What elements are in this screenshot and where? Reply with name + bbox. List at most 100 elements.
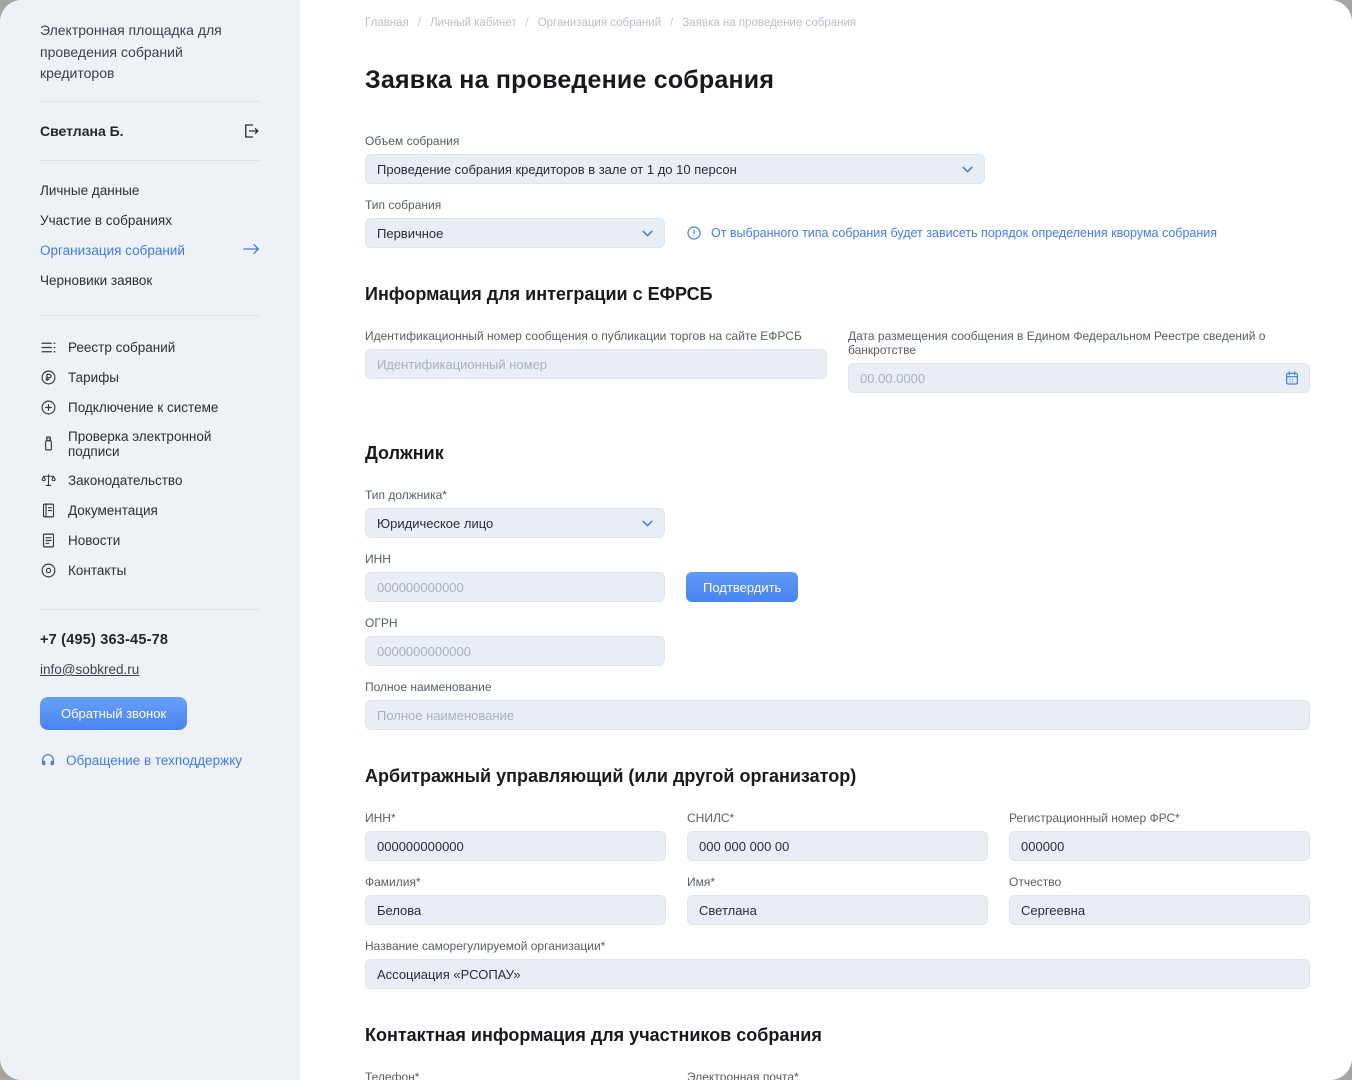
info-icon bbox=[686, 225, 702, 241]
support-phone: +7 (495) 363-45-78 bbox=[40, 632, 260, 648]
logout-icon[interactable] bbox=[242, 122, 260, 140]
support-email-link[interactable]: info@sobkred.ru bbox=[40, 662, 139, 677]
breadcrumb-home[interactable]: Главная bbox=[365, 17, 409, 29]
calendar-icon[interactable] bbox=[1284, 370, 1300, 386]
debtor-inn-input[interactable] bbox=[365, 572, 665, 602]
manager-middle-name-input[interactable] bbox=[1009, 895, 1310, 925]
field-label: Название саморегулируемой организации* bbox=[365, 939, 1310, 953]
field-label: Тип собрания bbox=[365, 198, 1310, 212]
field-debtor-inn: ИНН Подтвердить bbox=[365, 552, 1310, 602]
section-heading-manager: Арбитражный управляющий (или другой орга… bbox=[365, 766, 1310, 787]
sidebar-item-signature-check[interactable]: Проверка электронной подписи bbox=[40, 422, 260, 465]
efrsb-date-input[interactable] bbox=[848, 363, 1310, 393]
manager-snils-input[interactable] bbox=[687, 831, 988, 861]
secondary-nav: Реестр собраний Тарифы Подключение к bbox=[40, 316, 260, 609]
support-link[interactable]: Обращение в техподдержку bbox=[40, 752, 260, 768]
location-icon bbox=[40, 562, 57, 579]
chevron-down-icon bbox=[962, 166, 973, 173]
manager-first-name-input[interactable] bbox=[687, 895, 988, 925]
sidebar-item-connection[interactable]: Подключение к системе bbox=[40, 392, 260, 422]
user-row: Светлана Б. bbox=[40, 102, 260, 160]
sidebar-contacts: +7 (495) 363-45-78 info@sobkred.ru Обрат… bbox=[40, 610, 260, 768]
debtor-type-select[interactable]: Юридическое лицо bbox=[365, 508, 665, 538]
scales-icon bbox=[40, 472, 57, 489]
breadcrumb-cabinet[interactable]: Личный кабинет bbox=[430, 17, 517, 29]
field-debtor-full-name: Полное наименование bbox=[365, 680, 1310, 730]
book-icon bbox=[40, 502, 57, 519]
section-heading-contact: Контактная информация для участников соб… bbox=[365, 1025, 1310, 1046]
sidebar-item-contacts[interactable]: Контакты bbox=[40, 555, 260, 585]
efrsb-id-input[interactable] bbox=[365, 349, 827, 379]
field-manager-frs: Регистрационный номер ФРС* bbox=[1009, 811, 1310, 861]
manager-sro-input[interactable] bbox=[365, 959, 1310, 989]
manager-frs-input[interactable] bbox=[1009, 831, 1310, 861]
field-efrsb-id: Идентификационный номер сообщения о публ… bbox=[365, 329, 827, 393]
app-title: Электронная площадка для проведения собр… bbox=[40, 20, 260, 101]
field-meeting-type: Тип собрания Первичное От выбранного тип… bbox=[365, 198, 1310, 248]
sidebar: Электронная площадка для проведения собр… bbox=[0, 0, 300, 1080]
meeting-volume-select[interactable]: Проведение собрания кредиторов в зале от… bbox=[365, 154, 985, 184]
page-title: Заявка на проведение собрания bbox=[365, 66, 1310, 95]
ruble-circle-icon bbox=[40, 369, 57, 386]
app-window: Электронная площадка для проведения собр… bbox=[0, 0, 1352, 1080]
confirm-inn-button[interactable]: Подтвердить bbox=[686, 572, 798, 602]
field-label: Отчество bbox=[1009, 875, 1310, 889]
list-icon bbox=[40, 339, 57, 356]
debtor-ogrn-input[interactable] bbox=[365, 636, 665, 666]
field-manager-first-name: Имя* bbox=[687, 875, 988, 925]
field-label: Имя* bbox=[687, 875, 988, 889]
field-contact-email: Электронная почта* bbox=[687, 1070, 988, 1080]
sidebar-item-personal-data[interactable]: Личные данные bbox=[40, 175, 260, 205]
callback-button[interactable]: Обратный звонок bbox=[40, 697, 187, 730]
sidebar-item-drafts[interactable]: Черновики заявок bbox=[40, 265, 260, 295]
field-label: Регистрационный номер ФРС* bbox=[1009, 811, 1310, 825]
usb-token-icon bbox=[40, 435, 57, 452]
manager-inn-input[interactable] bbox=[365, 831, 666, 861]
field-manager-snils: СНИЛС* bbox=[687, 811, 988, 861]
headset-icon bbox=[40, 752, 56, 768]
breadcrumb-organization[interactable]: Организация собраний bbox=[538, 17, 661, 29]
user-name: Светлана Б. bbox=[40, 123, 124, 139]
arrow-right-icon bbox=[243, 243, 260, 258]
sidebar-item-legislation[interactable]: Законодательство bbox=[40, 465, 260, 495]
section-heading-debtor: Должник bbox=[365, 443, 1310, 464]
field-manager-middle-name: Отчество bbox=[1009, 875, 1310, 925]
section-heading-efrsb: Информация для интеграции с ЕФРСБ bbox=[365, 284, 1310, 305]
sidebar-item-news[interactable]: Новости bbox=[40, 525, 260, 555]
meeting-type-hint: От выбранного типа собрания будет зависе… bbox=[686, 225, 1217, 241]
field-manager-sro: Название саморегулируемой организации* bbox=[365, 939, 1310, 989]
breadcrumb-current: Заявка на проведение собрания bbox=[682, 17, 856, 29]
field-label: Тип должника* bbox=[365, 488, 1310, 502]
field-efrsb-date: Дата размещения сообщения в Едином Федер… bbox=[848, 329, 1310, 393]
field-label: ИНН* bbox=[365, 811, 666, 825]
field-label: Объем собрания bbox=[365, 134, 1310, 148]
meeting-type-select[interactable]: Первичное bbox=[365, 218, 665, 248]
breadcrumb: Главная / Личный кабинет / Организация с… bbox=[365, 17, 1310, 29]
field-label: Дата размещения сообщения в Едином Федер… bbox=[848, 329, 1310, 357]
plus-circle-icon bbox=[40, 399, 57, 416]
field-label: Телефон* bbox=[365, 1070, 666, 1080]
field-label: СНИЛС* bbox=[687, 811, 988, 825]
chevron-down-icon bbox=[642, 520, 653, 527]
sidebar-item-registry[interactable]: Реестр собраний bbox=[40, 332, 260, 362]
field-label: Фамилия* bbox=[365, 875, 666, 889]
primary-nav: Личные данные Участие в собраниях Органи… bbox=[40, 161, 260, 315]
field-debtor-ogrn: ОГРН bbox=[365, 616, 1310, 666]
sidebar-item-documentation[interactable]: Документация bbox=[40, 495, 260, 525]
manager-last-name-input[interactable] bbox=[365, 895, 666, 925]
chevron-down-icon bbox=[642, 230, 653, 237]
field-label: ИНН bbox=[365, 552, 1310, 566]
sidebar-item-tariffs[interactable]: Тарифы bbox=[40, 362, 260, 392]
main-content: Главная / Личный кабинет / Организация с… bbox=[300, 0, 1352, 1080]
debtor-full-name-input[interactable] bbox=[365, 700, 1310, 730]
field-manager-inn: ИНН* bbox=[365, 811, 666, 861]
field-label: Электронная почта* bbox=[687, 1070, 988, 1080]
sidebar-item-participation[interactable]: Участие в собраниях bbox=[40, 205, 260, 235]
news-icon bbox=[40, 532, 57, 549]
sidebar-item-organization[interactable]: Организация собраний bbox=[40, 235, 260, 265]
field-contact-phone: Телефон* bbox=[365, 1070, 666, 1080]
field-manager-last-name: Фамилия* bbox=[365, 875, 666, 925]
field-debtor-type: Тип должника* Юридическое лицо bbox=[365, 488, 1310, 538]
field-label: Полное наименование bbox=[365, 680, 1310, 694]
field-meeting-volume: Объем собрания Проведение собрания креди… bbox=[365, 134, 1310, 184]
